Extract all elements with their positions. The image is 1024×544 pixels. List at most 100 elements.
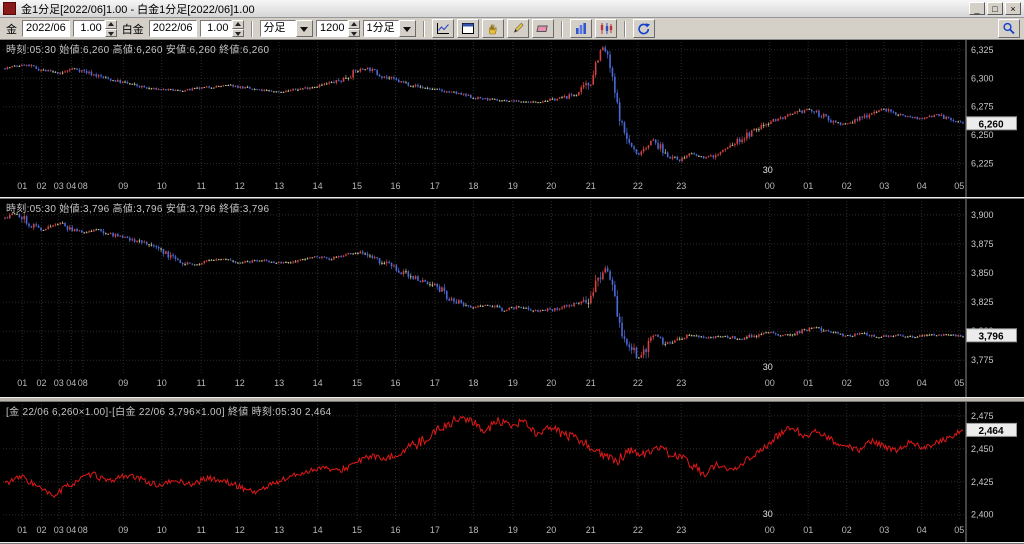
last-price-label: 3,796 xyxy=(966,328,1017,343)
x-tick-label: 09 xyxy=(118,525,128,535)
gold-candlestick-chart[interactable]: 01 02 03 04 08 09 10 11 12 13 14 15 16 17 18 19 20 21 22 23… xyxy=(0,40,1024,197)
x-tick-label: 18 xyxy=(468,378,478,388)
y-tick-label: 6,275 xyxy=(971,102,994,112)
minimize-button[interactable]: _ xyxy=(969,2,985,15)
y-tick-label: 3,825 xyxy=(971,297,994,307)
x-tick-label: 00 xyxy=(765,378,775,388)
window-title: 金1分足[2022/06]1.00 - 白金1分足[2022/06]1.00 xyxy=(21,3,255,16)
select-box-icon xyxy=(461,23,474,34)
hand-tool-button[interactable] xyxy=(481,19,504,38)
x-tick-label: 04 xyxy=(66,378,76,388)
x-tick-label: 11 xyxy=(197,378,206,388)
x-tick-label: 09 xyxy=(118,378,128,388)
interval-value[interactable]: 1分足 xyxy=(362,20,399,37)
x-tick-label: 02 xyxy=(842,181,852,191)
toolbar-separator xyxy=(422,20,425,37)
candle-chart-icon xyxy=(600,23,612,34)
x-tick-label: 18 xyxy=(468,525,478,535)
gold-multiplier-arrows[interactable] xyxy=(104,20,117,37)
x-tick-label: 16 xyxy=(390,525,400,535)
x-tick-label: 12 xyxy=(235,378,245,388)
x-tick-label: 04 xyxy=(66,181,76,191)
platinum-multiplier-spinner[interactable]: 1.00 xyxy=(199,20,244,37)
x-tick-label: 05 xyxy=(954,378,964,388)
x-axis-labels: 01 02 03 04 08 09 10 11 12 13 14 15 16 17 18 19 20 21 22 23… xyxy=(17,362,964,388)
x-tick-label: 10 xyxy=(157,378,167,388)
platinum-contract-field[interactable]: 2022/06 xyxy=(148,20,197,37)
grid xyxy=(3,40,967,197)
search-button[interactable] xyxy=(998,19,1020,38)
x-tick-label: 03 xyxy=(879,181,889,191)
restore-button[interactable]: □ xyxy=(987,2,1003,15)
x-tick-label: 22 xyxy=(633,378,643,388)
svg-text:6,260: 6,260 xyxy=(978,119,1003,130)
x-tick-label: 17 xyxy=(430,378,440,388)
bar-chart-button[interactable] xyxy=(569,19,592,38)
interval-select[interactable]: 1分足 xyxy=(362,20,416,37)
spread-chart-panel[interactable]: [金 22/06 6,260×1.00]-[白金 22/06 3,796×1.0… xyxy=(0,402,1024,542)
gold-contract-field[interactable]: 2022/06 xyxy=(22,20,70,37)
y-tick-label: 2,400 xyxy=(971,510,994,520)
spread-line-series xyxy=(4,414,964,499)
spread-readout: [金 22/06 6,260×1.00]-[白金 22/06 3,796×1.0… xyxy=(6,407,332,418)
date-change-label: 30 xyxy=(763,509,773,519)
x-tick-label: 14 xyxy=(313,378,323,388)
candle-chart-button[interactable] xyxy=(594,19,617,38)
pencil-icon xyxy=(513,22,524,33)
x-tick-label: 02 xyxy=(842,525,852,535)
bar-type-value[interactable]: 分足 xyxy=(259,20,296,37)
app-icon xyxy=(3,2,16,15)
platinum-multiplier-value[interactable]: 1.00 xyxy=(199,20,232,37)
pencil-tool-button[interactable] xyxy=(506,19,529,38)
last-price-label: 2,464 xyxy=(966,422,1017,437)
x-tick-label: 00 xyxy=(765,181,775,191)
chevron-down-icon[interactable] xyxy=(295,20,313,37)
last-price-label: 6,260 xyxy=(966,116,1017,131)
eraser-tool-button[interactable] xyxy=(531,19,554,38)
x-tick-label: 05 xyxy=(954,525,964,535)
gold-multiplier-value[interactable]: 1.00 xyxy=(72,20,105,37)
x-tick-label: 21 xyxy=(586,378,596,388)
bar-count-spinner[interactable]: 1200 xyxy=(315,20,360,37)
chevron-down-icon[interactable] xyxy=(398,20,416,37)
line-chart-tool-button[interactable] xyxy=(431,19,454,38)
bar-chart-icon xyxy=(575,23,586,34)
refresh-button[interactable] xyxy=(632,19,655,38)
x-tick-label: 11 xyxy=(197,181,206,191)
x-tick-label: 20 xyxy=(546,181,556,191)
y-tick-label: 3,775 xyxy=(971,355,994,365)
gold-chart-panel[interactable]: 時刻:05:30 始値:6,260 高値:6,260 安値:6,260 終値:6… xyxy=(0,40,1024,197)
bar-type-select[interactable]: 分足 xyxy=(259,20,313,37)
x-tick-label: 22 xyxy=(633,525,643,535)
select-box-tool-button[interactable] xyxy=(456,19,479,38)
y-tick-label: 2,450 xyxy=(971,444,994,454)
grid xyxy=(3,199,967,397)
title-bar[interactable]: 金1分足[2022/06]1.00 - 白金1分足[2022/06]1.00 _… xyxy=(0,0,1024,18)
y-tick-label: 2,425 xyxy=(971,477,994,487)
y-tick-label: 3,850 xyxy=(971,268,994,278)
bar-count-value[interactable]: 1200 xyxy=(315,20,348,37)
svg-text:3,796: 3,796 xyxy=(978,331,1003,342)
spread-line-chart[interactable]: 01 02 03 04 08 09 10 11 12 13 14 15 16 17 18 19 20 21 22 23… xyxy=(0,402,1024,542)
platinum-chart-panel[interactable]: 時刻:05:30 始値:3,796 高値:3,796 安値:3,796 終値:3… xyxy=(0,199,1024,397)
platinum-multiplier-arrows[interactable] xyxy=(231,20,244,37)
gold-multiplier-spinner[interactable]: 1.00 xyxy=(72,20,117,37)
x-tick-label: 15 xyxy=(352,378,362,388)
magnifier-icon xyxy=(1003,22,1015,35)
x-tick-label: 00 xyxy=(765,525,775,535)
x-axis-labels: 01 02 03 04 08 09 10 11 12 13 14 15 16 17 18 19 20 21 22 23… xyxy=(17,509,964,535)
platinum-candlestick-chart[interactable]: 01 02 03 04 08 09 10 11 12 13 14 15 16 17 18 19 20 21 22 23… xyxy=(0,199,1024,397)
x-tick-label: 13 xyxy=(274,181,284,191)
x-tick-label: 02 xyxy=(842,378,852,388)
platinum-ohlc-readout: 時刻:05:30 始値:3,796 高値:3,796 安値:3,796 終値:3… xyxy=(6,204,270,215)
y-tick-label: 6,300 xyxy=(971,73,994,83)
x-tick-label: 05 xyxy=(954,181,964,191)
bar-count-arrows[interactable] xyxy=(347,20,360,37)
x-tick-label: 20 xyxy=(546,525,556,535)
close-button[interactable]: × xyxy=(1005,2,1021,15)
eraser-icon xyxy=(536,25,548,32)
x-tick-label: 01 xyxy=(803,525,813,535)
x-tick-label: 12 xyxy=(235,525,245,535)
x-tick-label: 19 xyxy=(508,378,518,388)
x-tick-label: 11 xyxy=(197,525,206,535)
